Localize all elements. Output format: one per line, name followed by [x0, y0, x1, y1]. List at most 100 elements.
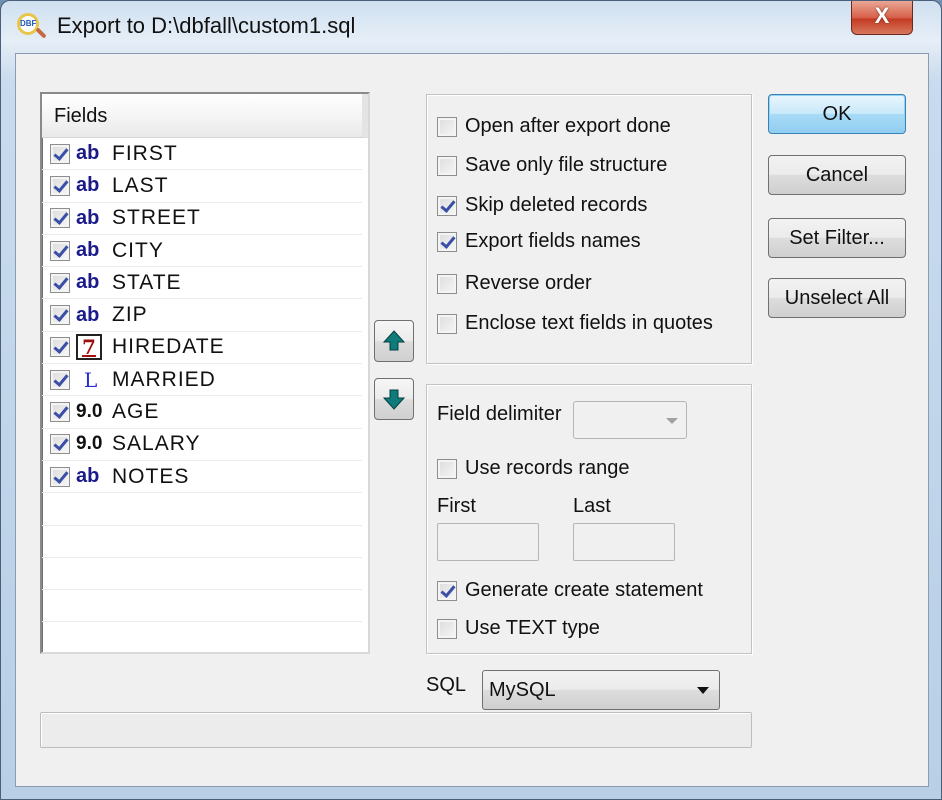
dbf-app-icon: DBF [15, 11, 49, 41]
option-enclose-quotes[interactable]: Enclose text fields in quotes [437, 312, 713, 335]
field-name: LAST [112, 173, 169, 197]
field-row[interactable]: 9.0 AGE [42, 396, 362, 429]
first-record-input[interactable] [437, 523, 539, 561]
field-name: NOTES [112, 464, 190, 488]
field-delimiter-label: Field delimiter [437, 403, 562, 425]
empty-row [42, 526, 362, 558]
field-checkbox[interactable] [50, 369, 70, 390]
logical-type-icon: L [84, 367, 98, 392]
unselect-all-button[interactable]: Unselect All [768, 278, 906, 318]
numeric-type-icon: 9.0 [76, 401, 103, 423]
cancel-button[interactable]: Cancel [768, 155, 906, 195]
export-progress-bar [40, 712, 752, 748]
option-label: Generate create statement [465, 579, 703, 601]
last-label: Last [573, 495, 611, 517]
text-type-icon: ab [76, 142, 100, 165]
empty-row [42, 558, 362, 591]
option-export-field-names[interactable]: Export fields names [437, 230, 641, 253]
checkbox[interactable] [437, 618, 457, 639]
ok-button[interactable]: OK [768, 94, 906, 134]
checkbox[interactable] [437, 313, 457, 334]
move-up-button[interactable] [374, 320, 414, 362]
text-type-icon: ab [76, 271, 100, 294]
field-name: CITY [112, 238, 164, 262]
checkbox[interactable] [437, 580, 457, 601]
fields-list-rows: ab FIRST ab LAST ab STREET ab CITY ab STATE ab ZIP 7… [42, 138, 368, 652]
option-generate-create[interactable]: Generate create statement [437, 579, 703, 602]
field-name: AGE [112, 400, 160, 424]
checkbox[interactable] [437, 155, 457, 176]
field-checkbox[interactable] [50, 305, 70, 326]
empty-row [42, 493, 362, 526]
field-checkbox[interactable] [50, 175, 70, 196]
arrow-down-icon [382, 389, 406, 410]
field-row[interactable]: L MARRIED [42, 364, 362, 397]
option-save-structure-only[interactable]: Save only file structure [437, 154, 667, 177]
sql-dialect-value: MySQL [489, 679, 556, 701]
title-bar[interactable]: DBF Export to D:\dbfall\custom1.sql X [1, 1, 941, 51]
field-delimiter-select[interactable] [573, 401, 687, 439]
option-skip-deleted[interactable]: Skip deleted records [437, 194, 647, 217]
option-reverse-order[interactable]: Reverse order [437, 272, 592, 295]
set-filter-button[interactable]: Set Filter... [768, 218, 906, 258]
fields-list[interactable]: Fields ab FIRST ab LAST ab STREET ab CITY ab STAT… [40, 92, 370, 654]
field-checkbox[interactable] [50, 337, 70, 358]
option-label: Use TEXT type [465, 617, 600, 639]
field-row[interactable]: 9.0 SALARY [42, 429, 362, 461]
empty-row [42, 590, 362, 623]
field-checkbox[interactable] [50, 402, 70, 423]
fields-list-header[interactable]: Fields [42, 94, 368, 138]
option-label: Open after export done [465, 115, 671, 137]
option-open-after-export[interactable]: Open after export done [437, 115, 671, 138]
field-checkbox[interactable] [50, 466, 70, 487]
checkbox[interactable] [437, 231, 457, 252]
text-type-icon: ab [76, 303, 100, 326]
export-dialog-window: DBF Export to D:\dbfall\custom1.sql X Fi… [0, 0, 942, 800]
chevron-down-icon [666, 418, 678, 424]
field-name: STATE [112, 270, 182, 294]
option-label: Reverse order [465, 272, 592, 294]
field-name: STREET [112, 206, 201, 230]
field-name: FIRST [112, 141, 178, 165]
dialog-client-area: Fields ab FIRST ab LAST ab STREET ab CITY ab STAT… [15, 53, 929, 787]
field-row[interactable]: ab STATE [42, 267, 362, 300]
checkbox[interactable] [437, 458, 457, 479]
field-checkbox[interactable] [50, 240, 70, 261]
option-use-records-range[interactable]: Use records range [437, 457, 630, 480]
sql-dialect-label: SQL [426, 674, 467, 696]
chevron-down-icon [697, 687, 709, 694]
option-label: Use records range [465, 457, 630, 479]
checkbox[interactable] [437, 195, 457, 216]
field-row[interactable]: ab CITY [42, 235, 362, 268]
field-row[interactable]: ab ZIP [42, 299, 362, 332]
option-label: Enclose text fields in quotes [465, 312, 713, 334]
last-record-input[interactable] [573, 523, 675, 561]
field-row[interactable]: ab LAST [42, 170, 362, 203]
close-button[interactable]: X [851, 1, 913, 35]
field-checkbox[interactable] [50, 143, 70, 164]
field-row[interactable]: ab FIRST [42, 138, 362, 171]
option-use-text-type[interactable]: Use TEXT type [437, 617, 600, 640]
field-checkbox[interactable] [50, 208, 70, 229]
field-name: ZIP [112, 303, 148, 327]
field-row[interactable]: ab STREET [42, 203, 362, 235]
field-checkbox[interactable] [50, 434, 70, 455]
numeric-type-icon: 9.0 [76, 433, 103, 455]
option-label: Skip deleted records [465, 194, 648, 216]
text-type-icon: ab [76, 239, 100, 262]
export-options-group: Open after export done Save only file st… [426, 94, 752, 364]
field-row[interactable]: ab NOTES [42, 461, 362, 494]
sql-dialect-select[interactable]: MySQL [482, 670, 720, 710]
field-row[interactable]: 7 HIREDATE [42, 332, 362, 365]
first-label: First [437, 495, 476, 517]
field-checkbox[interactable] [50, 272, 70, 293]
field-name: MARRIED [112, 367, 216, 391]
option-label: Save only file structure [465, 154, 668, 176]
field-name: SALARY [112, 432, 201, 456]
empty-row [42, 622, 362, 652]
checkbox[interactable] [437, 116, 457, 137]
move-down-button[interactable] [374, 378, 414, 420]
arrow-up-icon [382, 330, 406, 351]
text-type-icon: ab [76, 206, 100, 229]
checkbox[interactable] [437, 273, 457, 294]
